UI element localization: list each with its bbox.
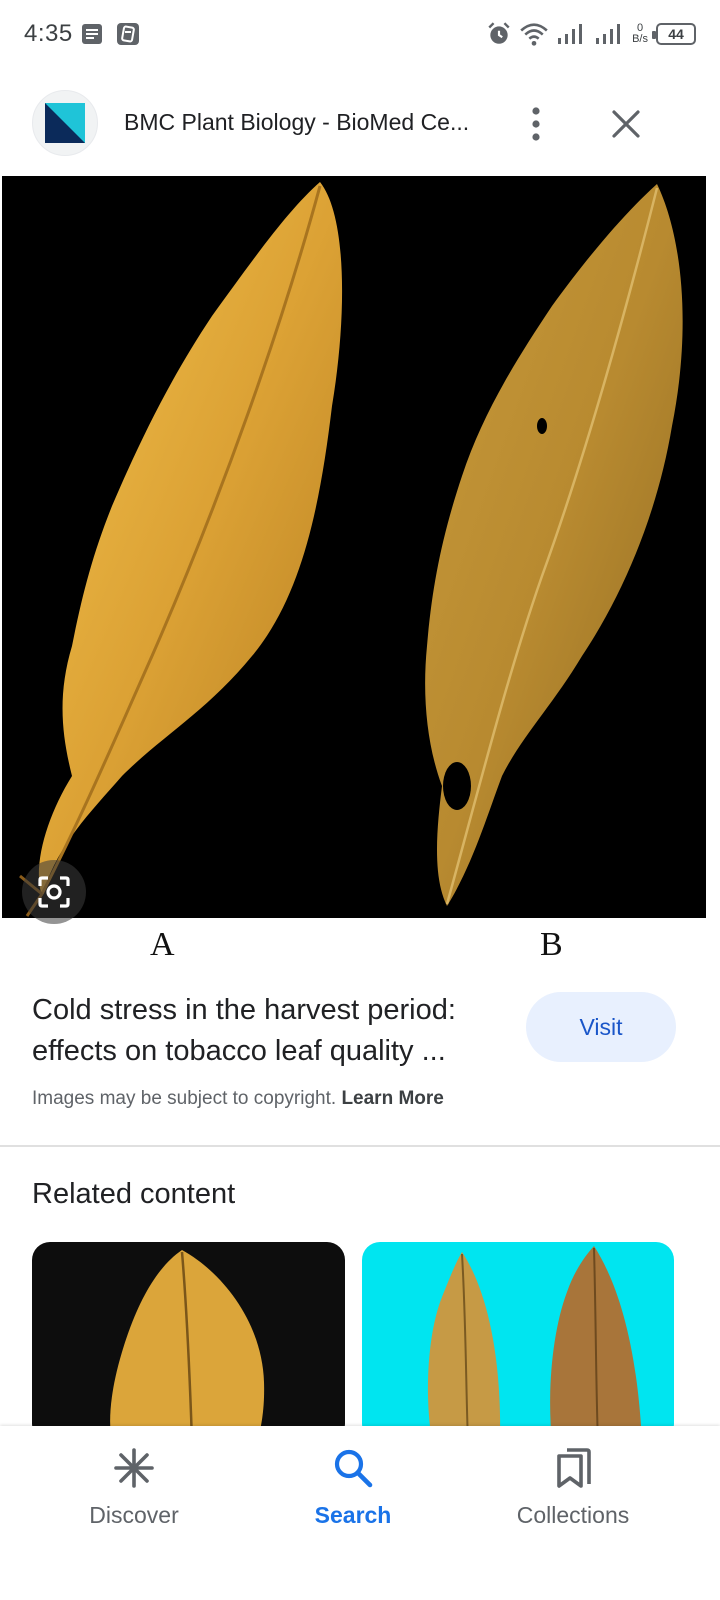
related-image-2 xyxy=(427,1246,642,1442)
copyright-notice: Images may be subject to copyright. Lear… xyxy=(32,1088,444,1110)
copyright-text: Images may be subject to copyright. xyxy=(32,1088,337,1109)
signal-icon-2 xyxy=(596,24,621,44)
main-result-image[interactable] xyxy=(2,176,706,918)
close-button[interactable] xyxy=(602,100,650,148)
battery-level: 44 xyxy=(668,26,684,42)
divider xyxy=(0,1145,720,1147)
page-header: BMC Plant Biology - BioMed Ce... xyxy=(0,84,720,164)
app-notification-icon xyxy=(117,23,139,45)
related-card-2[interactable] xyxy=(362,1242,674,1442)
close-icon xyxy=(612,110,640,138)
network-speed-unit: B/s xyxy=(632,33,648,45)
nav-search-label: Search xyxy=(314,1502,392,1528)
related-image-1 xyxy=(110,1250,265,1442)
related-content-heading: Related content xyxy=(32,1178,236,1210)
panel-label-a: A xyxy=(150,926,175,963)
nav-discover[interactable]: Discover xyxy=(14,1426,254,1546)
signal-icon xyxy=(558,24,583,44)
more-vert-icon xyxy=(532,107,540,141)
nav-discover-label: Discover xyxy=(89,1502,179,1528)
status-icons: 0 B/s 44 xyxy=(486,18,696,50)
more-options-button[interactable] xyxy=(512,100,560,148)
nav-collections[interactable]: Collections xyxy=(453,1426,693,1546)
wifi-icon xyxy=(520,23,548,46)
nav-collections-label: Collections xyxy=(516,1502,630,1528)
bookmarks-icon xyxy=(557,1448,591,1488)
bottom-navigation: Discover Search Collections xyxy=(0,1426,720,1600)
site-title[interactable]: BMC Plant Biology - BioMed Ce... xyxy=(124,109,484,136)
google-lens-button[interactable] xyxy=(22,860,86,924)
learn-more-link[interactable]: Learn More xyxy=(341,1088,443,1109)
network-speed: 0 B/s xyxy=(632,23,648,45)
google-lens-icon xyxy=(38,876,70,908)
related-card-1[interactable] xyxy=(32,1242,345,1442)
nav-search[interactable]: Search xyxy=(233,1426,473,1546)
result-title[interactable]: Cold stress in the harvest period: effec… xyxy=(32,990,492,1072)
battery-icon: 44 xyxy=(652,23,696,45)
tobacco-leaves-image xyxy=(2,176,706,918)
status-time: 4:35 xyxy=(24,20,73,47)
bmc-logo-icon[interactable] xyxy=(32,90,98,156)
notes-notification-icon xyxy=(82,24,102,44)
asterisk-icon xyxy=(114,1448,154,1488)
status-bar: 4:35 0 B/s 44 xyxy=(0,0,720,72)
alarm-icon xyxy=(488,22,510,44)
visit-button[interactable]: Visit xyxy=(526,992,676,1062)
panel-label-b: B xyxy=(540,926,563,963)
search-icon xyxy=(334,1449,373,1488)
